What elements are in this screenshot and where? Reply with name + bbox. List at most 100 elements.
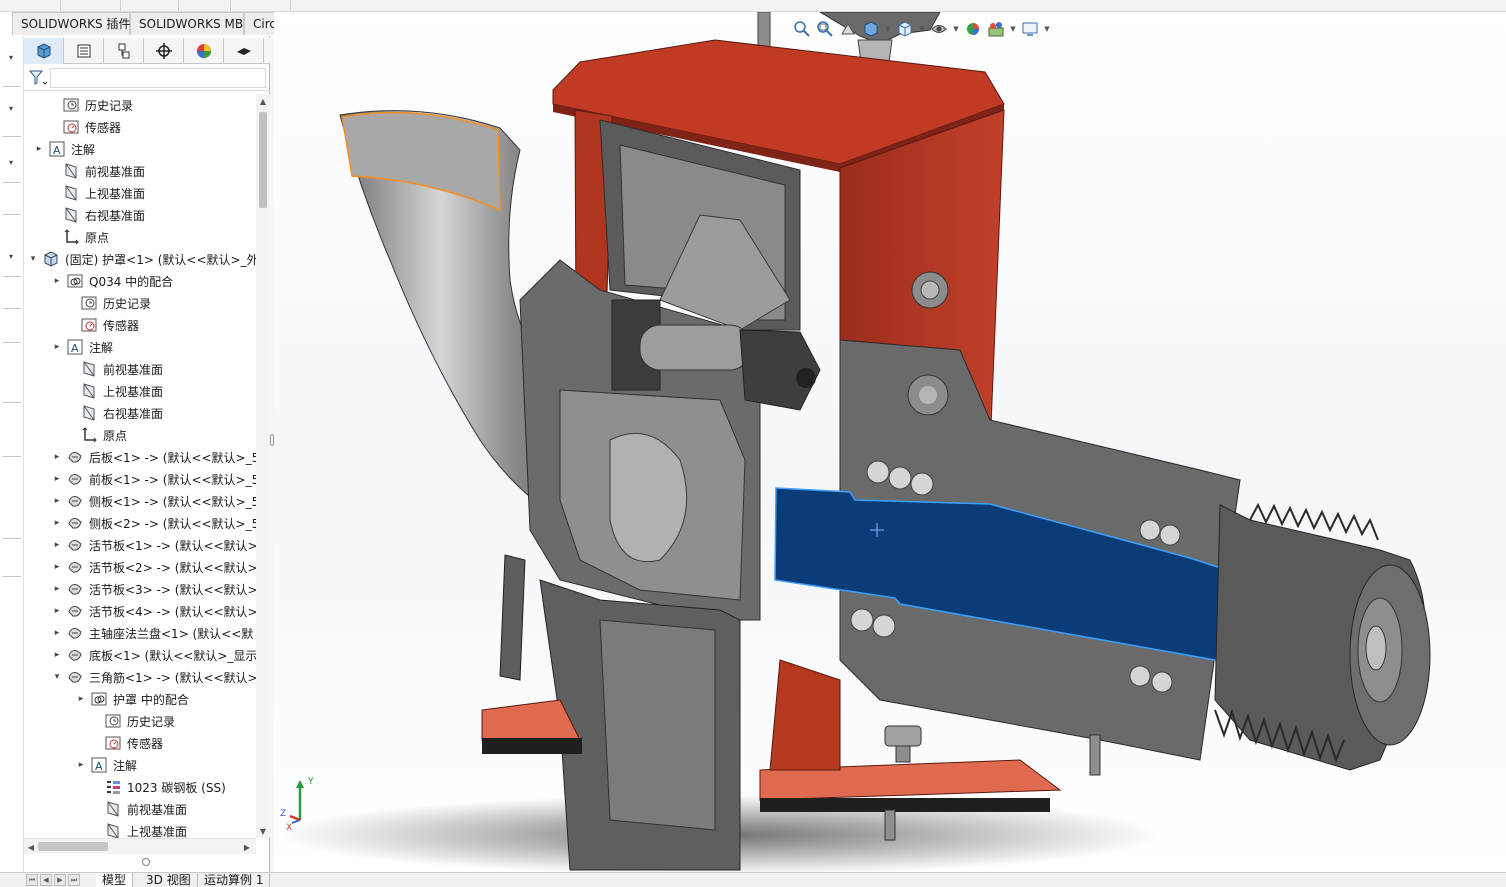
expand-arrow-icon[interactable]: ▸ [52,540,62,550]
scroll-thumb[interactable] [38,842,108,851]
tree-node-part[interactable]: ▸ 后板<1> -> (默认<<默认>_5 [52,446,256,468]
expand-arrow-icon[interactable]: ▸ [52,606,62,616]
expand-arrow-icon[interactable]: ▸ [52,474,62,484]
tree-node-part[interactable]: ▸ 活节板<4> -> (默认<<默认> [52,600,256,622]
chevron-down-icon[interactable]: ▼ [884,19,892,39]
panel-resize-handle[interactable] [142,858,150,866]
featuremanager-tab[interactable] [24,38,64,64]
tree-node-front-plane[interactable]: 前视基准面 [66,358,163,380]
chevron-down-icon[interactable]: ▼ [952,19,960,39]
propertymanager-tab[interactable] [64,38,104,64]
expand-arrow-icon[interactable]: ▸ [52,342,62,352]
zoom-to-fit-icon[interactable] [792,19,812,39]
tree-node-sensors[interactable]: 传感器 [66,314,139,336]
tree-node-guard-assembly[interactable]: ▾ (固定) 护罩<1> (默认<<默认>_外 [28,248,256,270]
sensor-icon [104,734,122,752]
heads-up-view-toolbar: ▼ ▼ ▼ ▼ ▼ [792,16,1051,42]
expand-arrow-icon[interactable]: ▸ [52,518,62,528]
tab-3d-view[interactable]: 3D 视图 [140,873,198,887]
tab-solidworks-mbd[interactable]: SOLIDWORKS MBD [130,12,252,35]
tree-node-origin[interactable]: 原点 [48,226,109,248]
expand-arrow-icon[interactable]: ▸ [76,694,86,704]
assembly-icon [42,250,60,268]
expand-arrow-icon[interactable]: ▸ [52,628,62,638]
expand-arrow-icon[interactable]: ▸ [34,144,44,154]
tree-node-part[interactable]: ▸ 主轴座法兰盘<1> (默认<<默 [52,622,254,644]
tree-node-part[interactable]: ▸ 侧板<1> -> (默认<<默认>_5 [52,490,256,512]
tree-node-material[interactable]: 1023 碳钢板 (SS) [90,776,226,798]
expand-arrow-icon[interactable]: ▸ [52,452,62,462]
zoom-to-area-icon[interactable] [815,19,835,39]
tree-node-front-plane[interactable]: 前视基准面 [90,798,187,820]
tree-vertical-scrollbar[interactable]: ▲ ▼ [256,94,270,838]
tree-node-right-plane[interactable]: 右视基准面 [66,402,163,424]
displaymanager-tab[interactable] [184,38,224,64]
scroll-up-icon[interactable]: ▲ [256,94,270,108]
edit-appearance-icon[interactable] [986,19,1006,39]
section-view-icon[interactable] [861,19,881,39]
tree-node-history[interactable]: 历史记录 [90,710,175,732]
dimxpertmanager-tab[interactable] [144,38,184,64]
first-tab-icon[interactable]: ⏮ [26,874,38,886]
chevron-down-icon[interactable]: ▼ [1009,19,1017,39]
tree-node-origin[interactable]: 原点 [66,424,127,446]
expand-arrow-icon[interactable]: ▸ [52,650,62,660]
scroll-down-icon[interactable]: ▼ [256,824,270,838]
tree-node-history[interactable]: 历史记录 [66,292,151,314]
graphics-area[interactable]: ▼ ▼ ▼ ▼ ▼ Y Z X [274,12,1506,872]
tree-node-part[interactable]: ▸ 活节板<3> -> (默认<<默认> [52,578,256,600]
tree-node-label: 活节板<2> -> (默认<<默认> [89,560,256,575]
tree-node-part[interactable]: ▸ 活节板<2> -> (默认<<默认> [52,556,256,578]
dimxpertmanager-tab-icon [155,43,172,59]
svg-text:A: A [95,760,103,773]
next-tab-icon[interactable]: ▶ [54,874,66,886]
tab-solidworks-addins[interactable]: SOLIDWORKS 插件 [12,12,130,35]
section-view-model[interactable] [274,12,1506,872]
tree-node-right-plane[interactable]: 右视基准面 [48,204,145,226]
tree-node-annotations[interactable]: ▸ A 注解 [76,754,137,776]
tab-motion-study[interactable]: 运动算例 1 [198,873,271,887]
tree-node-sensors[interactable]: 传感器 [48,116,121,138]
tree-node-sensors[interactable]: 传感器 [90,732,163,754]
prev-tab-icon[interactable]: ◀ [40,874,52,886]
cam-tab[interactable] [224,38,264,64]
tree-node-mates[interactable]: ▸ Q034 中的配合 [52,270,173,292]
last-tab-icon[interactable]: ⏭ [68,874,80,886]
collapse-arrow-icon[interactable]: ▾ [28,254,38,264]
expand-arrow-icon[interactable]: ▸ [52,276,62,286]
tree-horizontal-scrollbar[interactable]: ◀ ▶ [24,838,256,854]
tree-node-history[interactable]: 历史记录 [48,94,133,116]
tree-node-annotations[interactable]: ▸ A 注解 [52,336,113,358]
tree-node-top-plane[interactable]: 上视基准面 [90,820,187,838]
display-style-icon[interactable] [929,19,949,39]
expand-arrow-icon[interactable]: ▸ [52,496,62,506]
chevron-down-icon[interactable]: ▼ [918,19,926,39]
view-settings-icon[interactable] [1020,19,1040,39]
previous-view-icon[interactable] [838,19,858,39]
tree-node-part[interactable]: ▸ 前板<1> -> (默认<<默认>_5 [52,468,256,490]
tree-node-part[interactable]: ▸ 侧板<2> -> (默认<<默认>_5 [52,512,256,534]
tree-node-top-plane[interactable]: 上视基准面 [48,182,145,204]
tab-model[interactable]: 模型 [96,873,134,887]
tree-node-top-plane[interactable]: 上视基准面 [66,380,163,402]
expand-arrow-icon[interactable]: ▸ [52,562,62,572]
tree-node-part[interactable]: ▸ 底板<1> (默认<<默认>_显示 [52,644,256,666]
tree-filter-input[interactable] [50,68,266,88]
tree-node-label: 传感器 [85,120,122,135]
configurationmanager-tab[interactable] [104,38,144,64]
collapse-arrow-icon[interactable]: ▾ [52,672,62,682]
tree-node-mates[interactable]: ▸ 护罩 中的配合 [76,688,189,710]
expand-arrow-icon[interactable]: ▸ [52,584,62,594]
tree-node-annotations[interactable]: ▸ A 注解 [34,138,95,160]
tree-node-part-expanded[interactable]: ▾ 三角筋<1> -> (默认<<默认> [52,666,256,688]
chevron-down-icon[interactable]: ▼ [1043,19,1051,39]
scroll-right-icon[interactable]: ▶ [240,839,254,855]
filter-icon[interactable] [28,69,48,87]
tree-node-front-plane[interactable]: 前视基准面 [48,160,145,182]
view-orientation-icon[interactable] [895,19,915,39]
scroll-thumb[interactable] [259,112,267,208]
tree-node-part[interactable]: ▸ 活节板<1> -> (默认<<默认> [52,534,256,556]
expand-arrow-icon[interactable]: ▸ [76,760,86,770]
hide-show-items-icon[interactable] [963,19,983,39]
scroll-left-icon[interactable]: ◀ [24,839,38,855]
